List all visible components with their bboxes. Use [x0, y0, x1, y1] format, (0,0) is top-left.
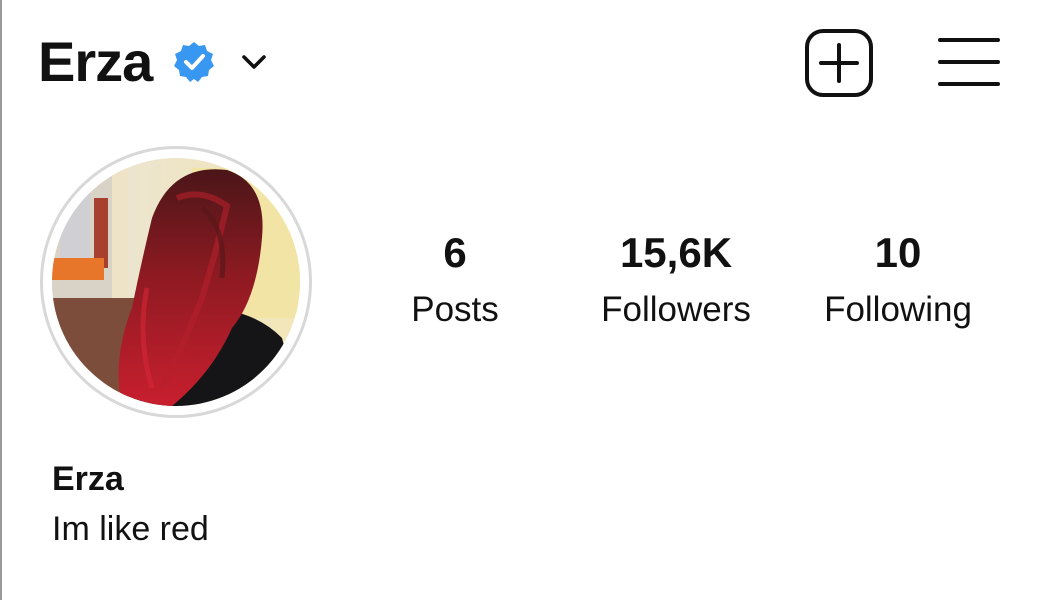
following-stat[interactable]: 10 Following — [798, 229, 998, 329]
profile-avatar[interactable] — [52, 158, 300, 406]
following-label: Following — [824, 290, 972, 329]
posts-stat[interactable]: 6 Posts — [355, 229, 555, 329]
add-post-button[interactable] — [804, 28, 874, 98]
profile-bio: Im like red — [52, 510, 209, 548]
chevron-down-icon[interactable] — [238, 46, 270, 78]
add-post-icon — [805, 29, 873, 97]
profile-page: Erza 6 Posts 15,6K Followers 10 Followin… — [0, 0, 1042, 600]
username-title[interactable]: Erza — [38, 34, 153, 90]
hamburger-menu-icon — [938, 38, 1000, 86]
profile-display-name: Erza — [52, 460, 124, 498]
followers-stat[interactable]: 15,6K Followers — [576, 229, 776, 329]
followers-count: 15,6K — [619, 229, 733, 276]
posts-count: 6 — [443, 229, 467, 276]
profile-header: Erza — [38, 26, 270, 98]
following-count: 10 — [874, 229, 922, 276]
verified-badge-icon — [172, 40, 216, 84]
posts-label: Posts — [411, 290, 499, 329]
menu-button[interactable] — [938, 34, 1000, 90]
followers-label: Followers — [601, 290, 751, 329]
